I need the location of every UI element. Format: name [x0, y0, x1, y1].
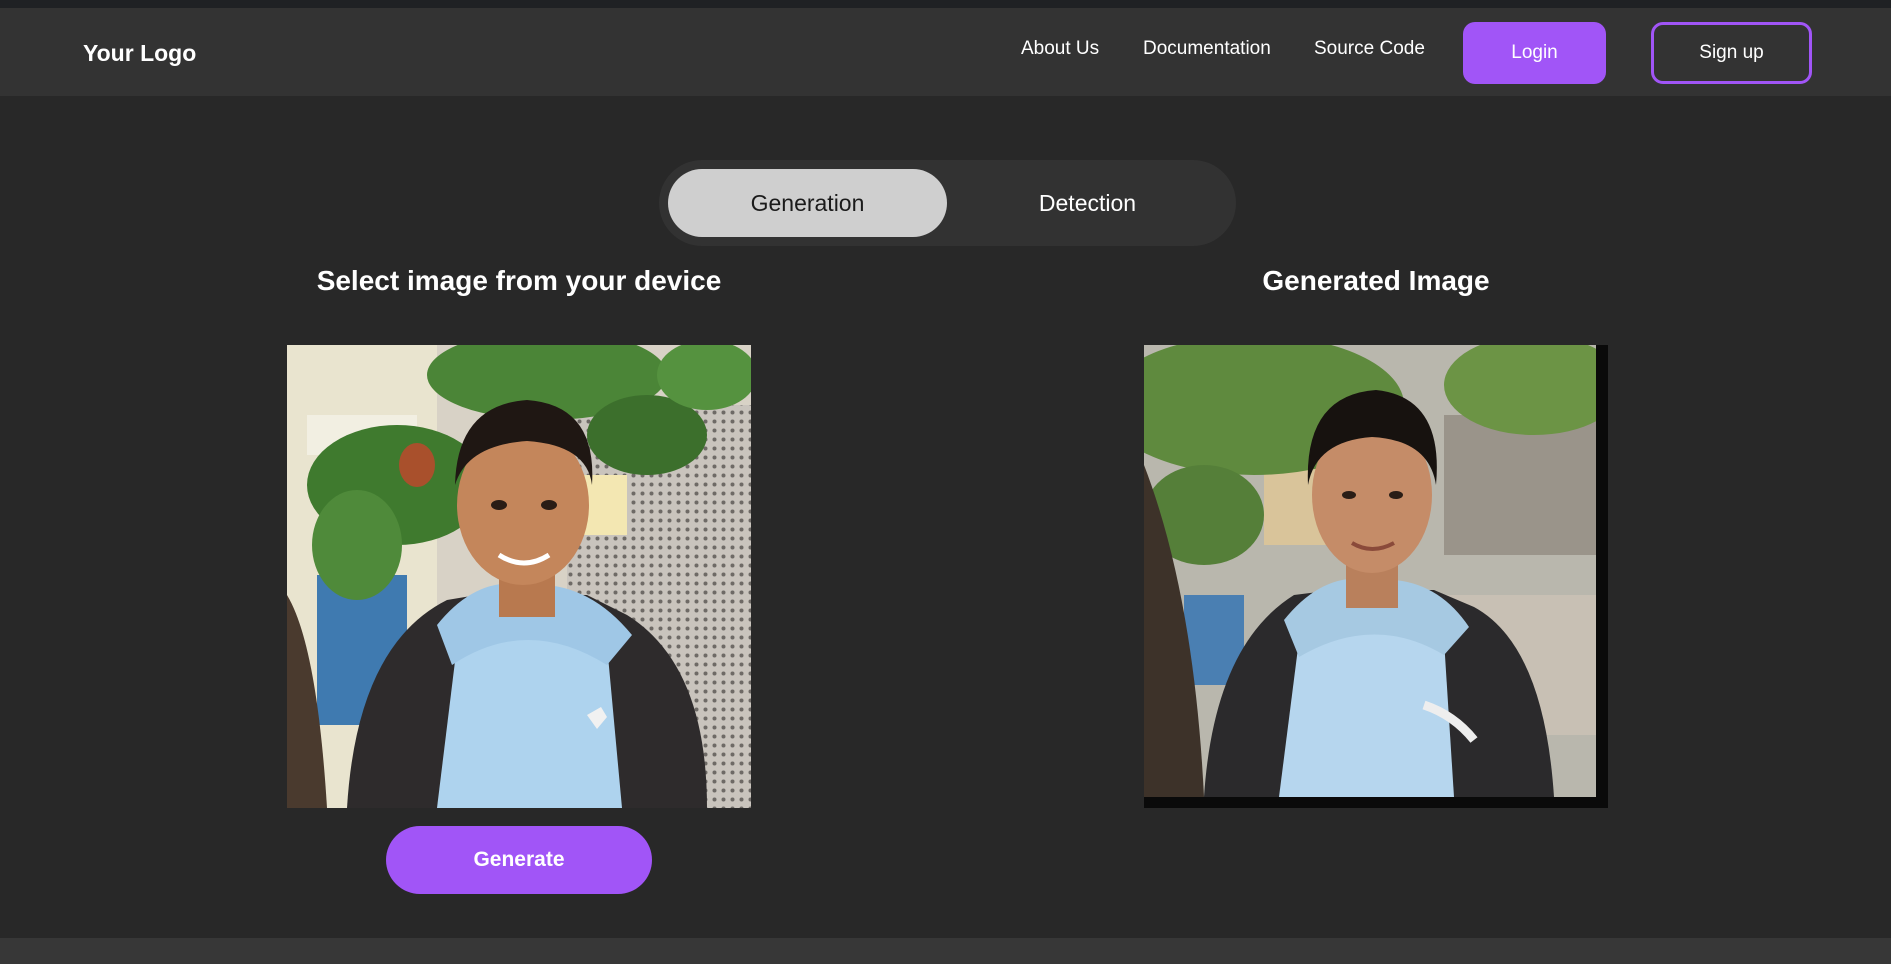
uploaded-image[interactable] [287, 345, 751, 808]
result-section-title: Generated Image [1262, 265, 1490, 296]
generated-image [1144, 345, 1608, 808]
upload-section-title: Select image from your device [316, 265, 722, 296]
mode-tabs: Generation Detection [659, 160, 1236, 246]
top-strip [0, 0, 1891, 8]
footer-strip [0, 938, 1891, 964]
signup-button[interactable]: Sign up [1651, 22, 1812, 84]
uploaded-portrait-graphic [287, 345, 751, 808]
generated-portrait-graphic [1144, 345, 1608, 797]
nav-link-about-us[interactable]: About Us [1021, 38, 1099, 60]
tab-detection[interactable]: Detection [948, 169, 1227, 237]
logo[interactable]: Your Logo [83, 40, 196, 67]
generate-button[interactable]: Generate [386, 826, 652, 894]
login-button[interactable]: Login [1463, 22, 1606, 84]
tab-generation[interactable]: Generation [668, 169, 947, 237]
navbar: Your Logo About Us Documentation Source … [0, 8, 1891, 96]
nav-link-source-code[interactable]: Source Code [1314, 38, 1425, 60]
nav-link-documentation[interactable]: Documentation [1143, 38, 1271, 60]
